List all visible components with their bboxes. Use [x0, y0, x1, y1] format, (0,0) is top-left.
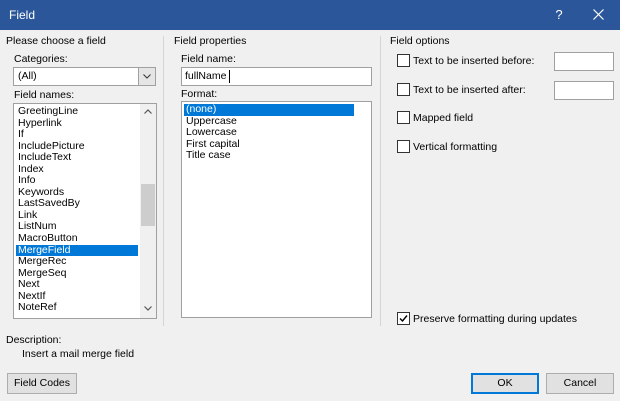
text-before-input[interactable]: [554, 52, 614, 71]
preserve-formatting-checkbox[interactable]: [397, 312, 410, 325]
description-text: Insert a mail merge field: [22, 348, 135, 360]
field-name-item[interactable]: IncludeText: [16, 152, 138, 164]
categories-value: (All): [18, 70, 37, 82]
scrollbar-thumb[interactable]: [141, 184, 155, 226]
field-name-item[interactable]: MacroButton: [16, 232, 138, 245]
text-before-checkbox[interactable]: [397, 54, 410, 67]
choose-field-header: Please choose a field: [6, 35, 106, 47]
ok-button[interactable]: OK: [471, 373, 539, 394]
format-item[interactable]: Lowercase: [184, 127, 354, 139]
field-names-items: GreetingLine Hyperlink If IncludePicture Inc…: [16, 105, 138, 314]
title-bar: Field ?: [0, 0, 620, 30]
field-name-item[interactable]: NoteRef: [16, 302, 138, 314]
left-separator: [163, 36, 164, 326]
field-name-label: Field name:: [181, 53, 236, 65]
preserve-formatting-label: Preserve formatting during updates: [413, 313, 578, 325]
field-codes-button[interactable]: Field Codes: [7, 373, 77, 394]
field-name-item[interactable]: If: [16, 129, 138, 141]
chevron-down-icon: [143, 74, 151, 79]
categories-combobox[interactable]: (All): [13, 67, 156, 86]
mapped-field-label: Mapped field: [413, 112, 474, 124]
text-after-label: Text to be inserted after:: [413, 84, 526, 96]
field-name-item[interactable]: Hyperlink: [16, 117, 138, 130]
field-name-item[interactable]: MergeRec: [16, 256, 138, 268]
window-title: Field: [9, 8, 36, 22]
close-icon: [593, 9, 604, 20]
close-button[interactable]: [586, 0, 612, 30]
field-properties-header: Field properties: [174, 35, 247, 47]
vertical-formatting-label: Vertical formatting: [413, 141, 498, 153]
help-button[interactable]: ?: [550, 0, 568, 30]
field-name-item[interactable]: GreetingLine: [16, 105, 138, 118]
field-names-label: Field names:: [14, 89, 75, 101]
field-name-text[interactable]: [182, 68, 365, 83]
field-name-input[interactable]: [181, 67, 372, 86]
text-caret: [229, 70, 230, 83]
format-list[interactable]: (none) Uppercase Lowercase First capital Tit…: [181, 101, 372, 318]
description-label: Description:: [6, 334, 62, 346]
format-items: (none) Uppercase Lowercase First capital Tit…: [184, 103, 354, 162]
field-names-list[interactable]: GreetingLine Hyperlink If IncludePicture Inc…: [13, 103, 157, 319]
scroll-up-icon[interactable]: [144, 109, 152, 114]
text-before-label: Text to be inserted before:: [413, 55, 535, 67]
mapped-field-checkbox[interactable]: [397, 111, 410, 124]
vertical-formatting-checkbox[interactable]: [397, 140, 410, 153]
format-label: Format:: [181, 88, 218, 100]
checkmark-icon: [399, 315, 408, 323]
categories-label: Categories:: [14, 53, 68, 65]
middle-separator: [380, 36, 381, 326]
categories-dropdown-button[interactable]: [138, 68, 155, 85]
format-item[interactable]: Title case: [184, 150, 354, 162]
field-options-header: Field options: [390, 35, 450, 47]
text-after-input[interactable]: [554, 81, 614, 100]
field-names-scrollbar[interactable]: [140, 104, 156, 318]
text-after-checkbox[interactable]: [397, 83, 410, 96]
format-item[interactable]: (none): [184, 103, 354, 116]
scroll-down-icon[interactable]: [144, 306, 152, 311]
cancel-button[interactable]: Cancel: [546, 373, 614, 394]
